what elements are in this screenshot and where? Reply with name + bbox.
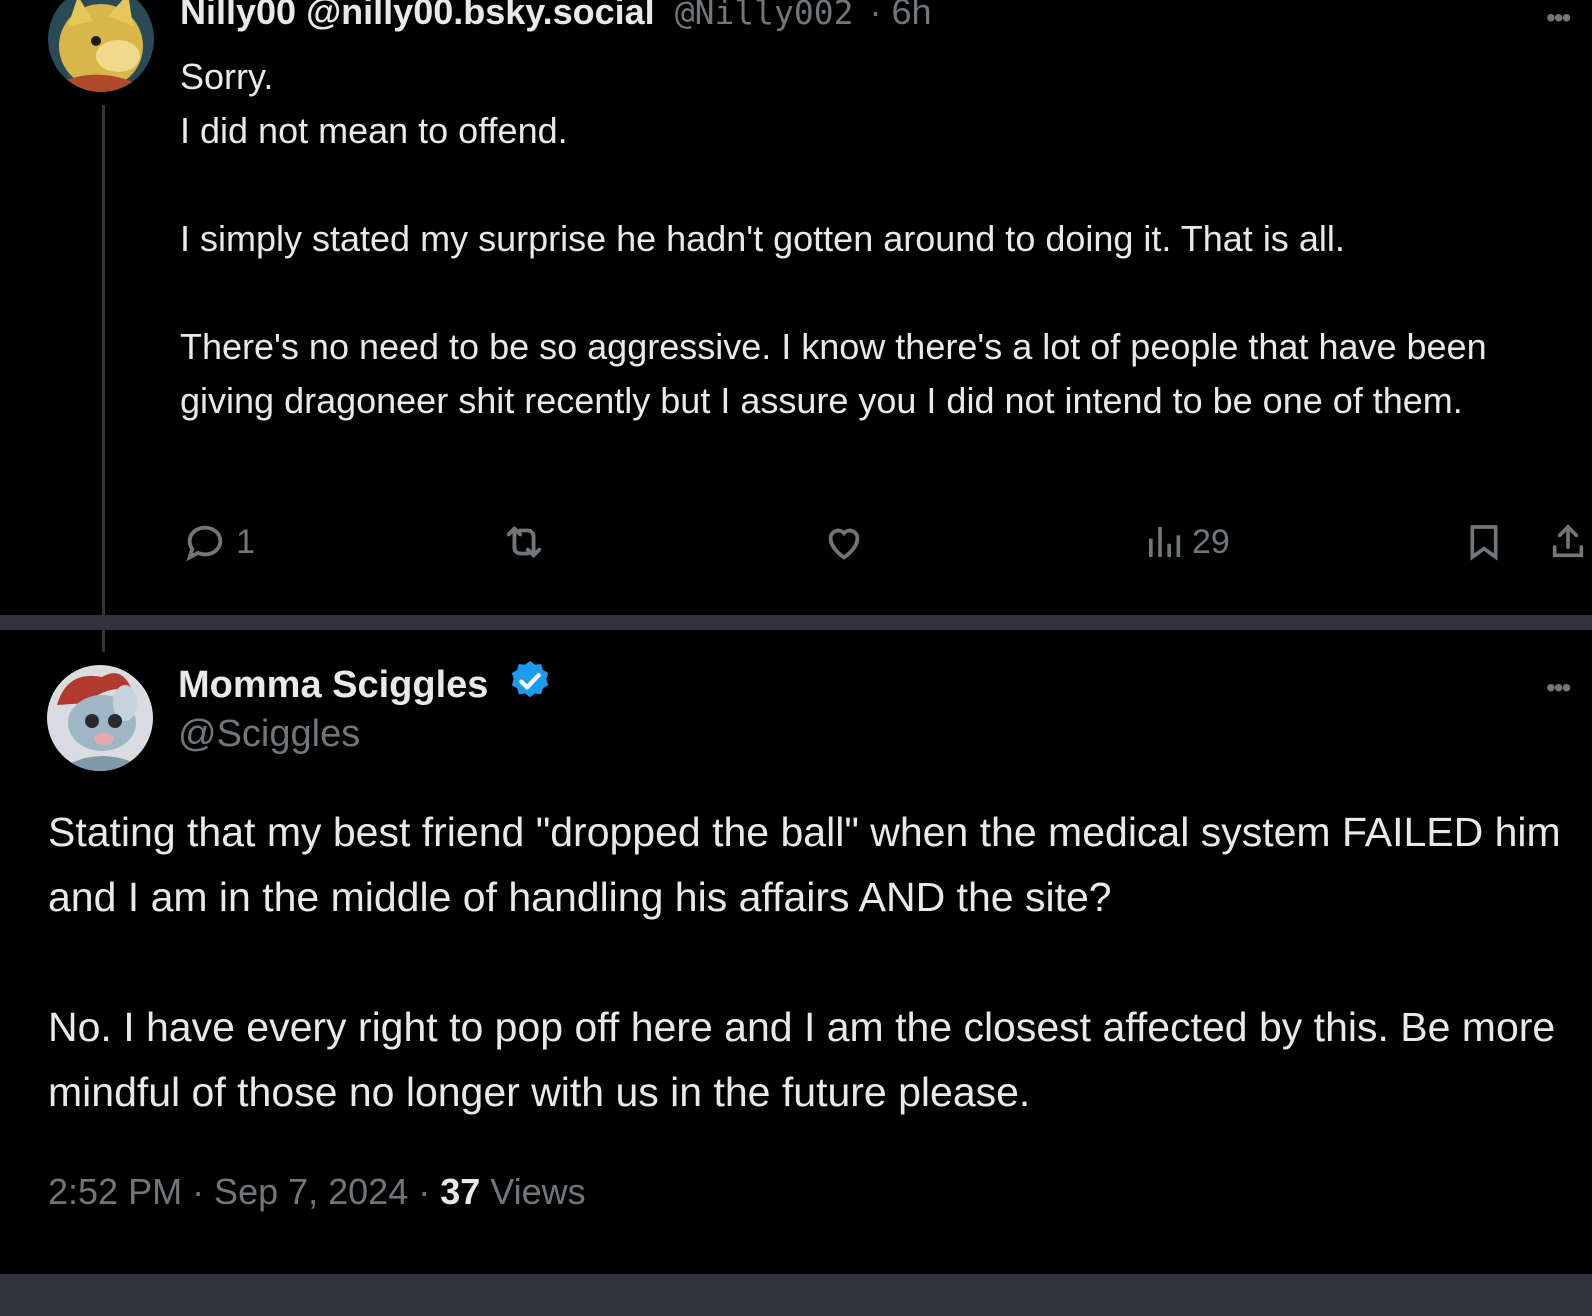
views-icon [1144,522,1184,562]
thread-connector [102,105,105,615]
post-body: Sorry. I did not mean to offend. I simpl… [180,56,1487,421]
avatar[interactable] [47,665,153,771]
reply-count: 1 [236,522,255,561]
views-label: Views [480,1171,586,1212]
views-button[interactable]: 29 [1144,520,1230,564]
repost-icon [500,519,548,565]
display-name[interactable]: Nilly00 @nilly00.bsky.social [180,0,655,32]
user-handle[interactable]: @Sciggles [178,710,360,758]
reply-post[interactable]: Nilly00 @nilly00.bsky.social @Nilly002 ·… [0,0,1592,615]
share-button[interactable] [1548,520,1588,564]
reply-button[interactable]: 1 [182,520,255,564]
bookmark-icon [1464,520,1504,564]
verified-badge-icon [507,658,553,716]
post-timestamp[interactable]: 2:52 PM · Sep 7, 2024 · [48,1171,440,1212]
repost-button[interactable] [500,520,556,564]
post-body: Stating that my best friend "dropped the… [48,809,1561,1115]
avatar[interactable] [48,0,154,92]
post-header: Nilly00 @nilly00.bsky.social @Nilly002 ·… [180,0,932,37]
user-handle[interactable]: @Nilly002 [675,0,854,32]
thread-connector [102,630,105,652]
bookmark-button[interactable] [1464,520,1504,564]
views-count: 29 [1192,522,1230,561]
views-count: 37 [440,1171,481,1212]
more-icon[interactable]: ••• [1546,4,1571,32]
display-name[interactable]: Momma Sciggles [178,664,488,706]
like-button[interactable] [820,520,876,564]
like-icon [820,519,868,565]
reply-icon [182,519,228,565]
main-post[interactable]: Momma Sciggles @Sciggles ••• Stating tha… [0,630,1592,1274]
more-icon[interactable]: ••• [1546,674,1571,702]
post-time[interactable]: · 6h [870,0,932,32]
post-meta: 2:52 PM · Sep 7, 2024 · 37 Views [48,1168,586,1216]
share-icon [1548,520,1588,564]
post-header: Momma Sciggles [178,658,553,716]
